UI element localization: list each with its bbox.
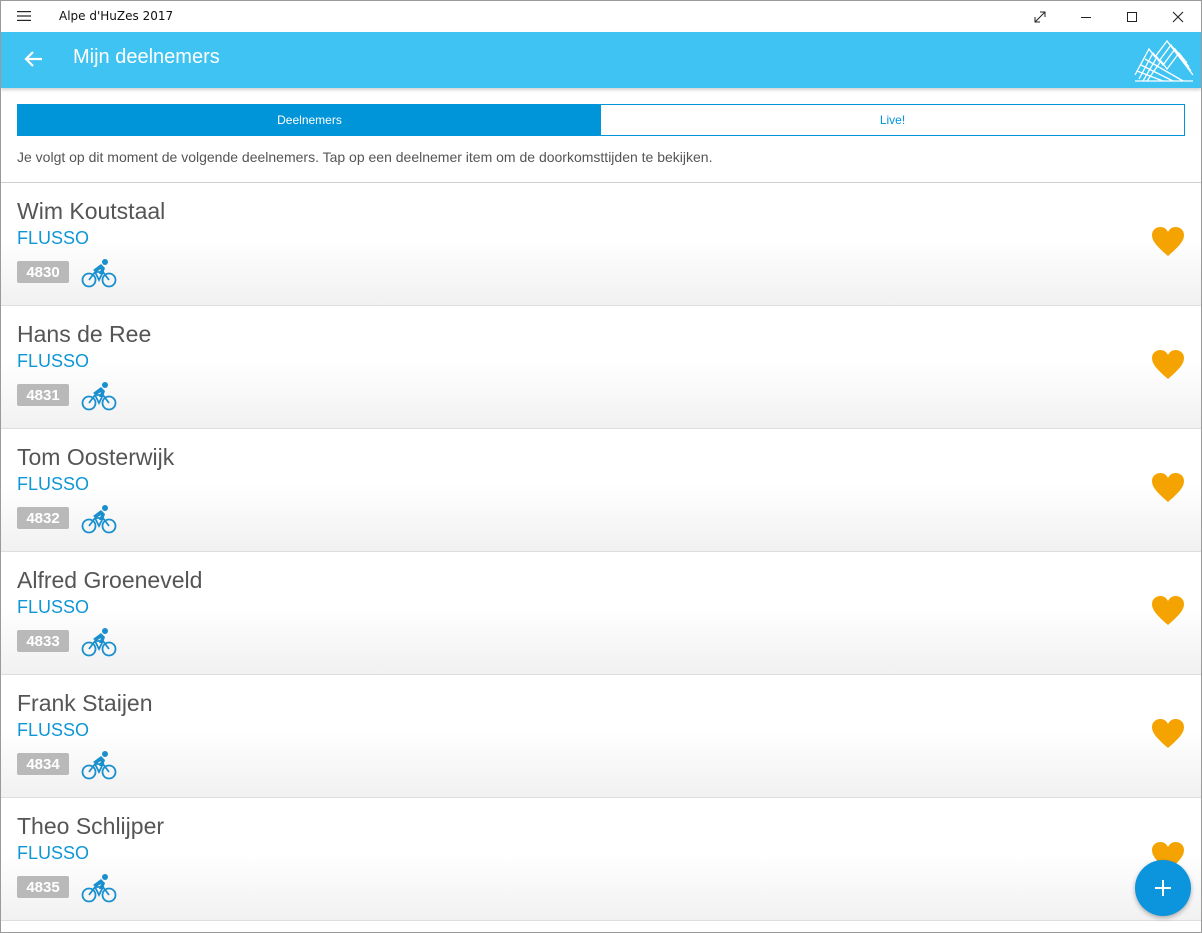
participant-number-badge: 4834: [17, 753, 69, 775]
participant-list: Wim Koutstaal FLUSSO 4830 Hans de Ree FL…: [1, 183, 1201, 921]
participant-number-badge: 4831: [17, 384, 69, 406]
participant-item[interactable]: Tom Oosterwijk FLUSSO 4832: [1, 429, 1201, 552]
favorite-heart-icon[interactable]: [1151, 595, 1185, 627]
close-icon: [1172, 11, 1184, 22]
participant-name: Theo Schlijper: [17, 813, 165, 839]
cyclist-icon: [81, 382, 117, 411]
participant-item[interactable]: Frank Staijen FLUSSO 4834: [1, 675, 1201, 798]
participant-name: Tom Oosterwijk: [17, 444, 175, 470]
cyclist-icon: [81, 628, 117, 657]
favorite-heart-icon[interactable]: [1151, 718, 1185, 750]
arrow-left-icon: [24, 51, 42, 67]
participant-team: FLUSSO: [17, 228, 90, 248]
expand-icon: [1034, 11, 1046, 22]
participant-name: Wim Koutstaal: [17, 198, 166, 224]
cyclist-icon: [81, 874, 117, 903]
participant-name: Alfred Groeneveld: [17, 567, 203, 593]
participant-item[interactable]: Theo Schlijper FLUSSO 4835: [1, 798, 1201, 921]
favorite-heart-icon[interactable]: [1151, 349, 1185, 381]
participant-team: FLUSSO: [17, 351, 90, 371]
participant-item[interactable]: Wim Koutstaal FLUSSO 4830: [1, 183, 1201, 306]
participant-number-badge: 4830: [17, 261, 69, 283]
participant-number-badge: 4832: [17, 507, 69, 529]
close-button[interactable]: [1155, 1, 1201, 32]
tab-deelnemers[interactable]: Deelnemers: [18, 105, 601, 135]
fullscreen-button[interactable]: [1017, 1, 1063, 32]
tab-live[interactable]: Live!: [601, 105, 1184, 135]
participant-team: FLUSSO: [17, 843, 90, 863]
app-header: Mijn deelnemers: [1, 32, 1201, 88]
participant-item[interactable]: Hans de Ree FLUSSO 4831: [1, 306, 1201, 429]
maximize-icon: [1127, 11, 1137, 22]
intro-text: Je volgt op dit moment de volgende deeln…: [17, 149, 713, 165]
favorite-heart-icon[interactable]: [1151, 472, 1185, 504]
plus-icon: [1155, 880, 1171, 896]
page-title: Mijn deelnemers: [73, 46, 220, 68]
participant-number-badge: 4835: [17, 876, 69, 898]
participant-number-badge: 4833: [17, 630, 69, 652]
participant-name: Frank Staijen: [17, 690, 153, 716]
cyclist-icon: [81, 505, 117, 534]
window-title: Alpe d'HuZes 2017: [59, 9, 174, 23]
maximize-button[interactable]: [1109, 1, 1155, 32]
add-participant-button[interactable]: [1135, 860, 1191, 916]
hamburger-menu-icon[interactable]: [17, 10, 31, 22]
cyclist-icon: [81, 751, 117, 780]
participant-item[interactable]: Alfred Groeneveld FLUSSO 4833: [1, 552, 1201, 675]
minimize-button[interactable]: [1063, 1, 1109, 32]
back-button[interactable]: [21, 46, 47, 72]
minimize-icon: [1081, 16, 1091, 18]
participant-team: FLUSSO: [17, 597, 90, 617]
tab-bar: Deelnemers Live!: [17, 104, 1185, 136]
mountain-logo-icon: [1134, 39, 1194, 82]
title-bar: Alpe d'HuZes 2017: [1, 1, 1201, 32]
participant-team: FLUSSO: [17, 474, 90, 494]
participant-name: Hans de Ree: [17, 321, 152, 347]
participant-team: FLUSSO: [17, 720, 90, 740]
cyclist-icon: [81, 259, 117, 288]
favorite-heart-icon[interactable]: [1151, 226, 1185, 258]
app-window: Alpe d'HuZes 2017 Mijn deelnemers Deelne…: [0, 0, 1202, 933]
